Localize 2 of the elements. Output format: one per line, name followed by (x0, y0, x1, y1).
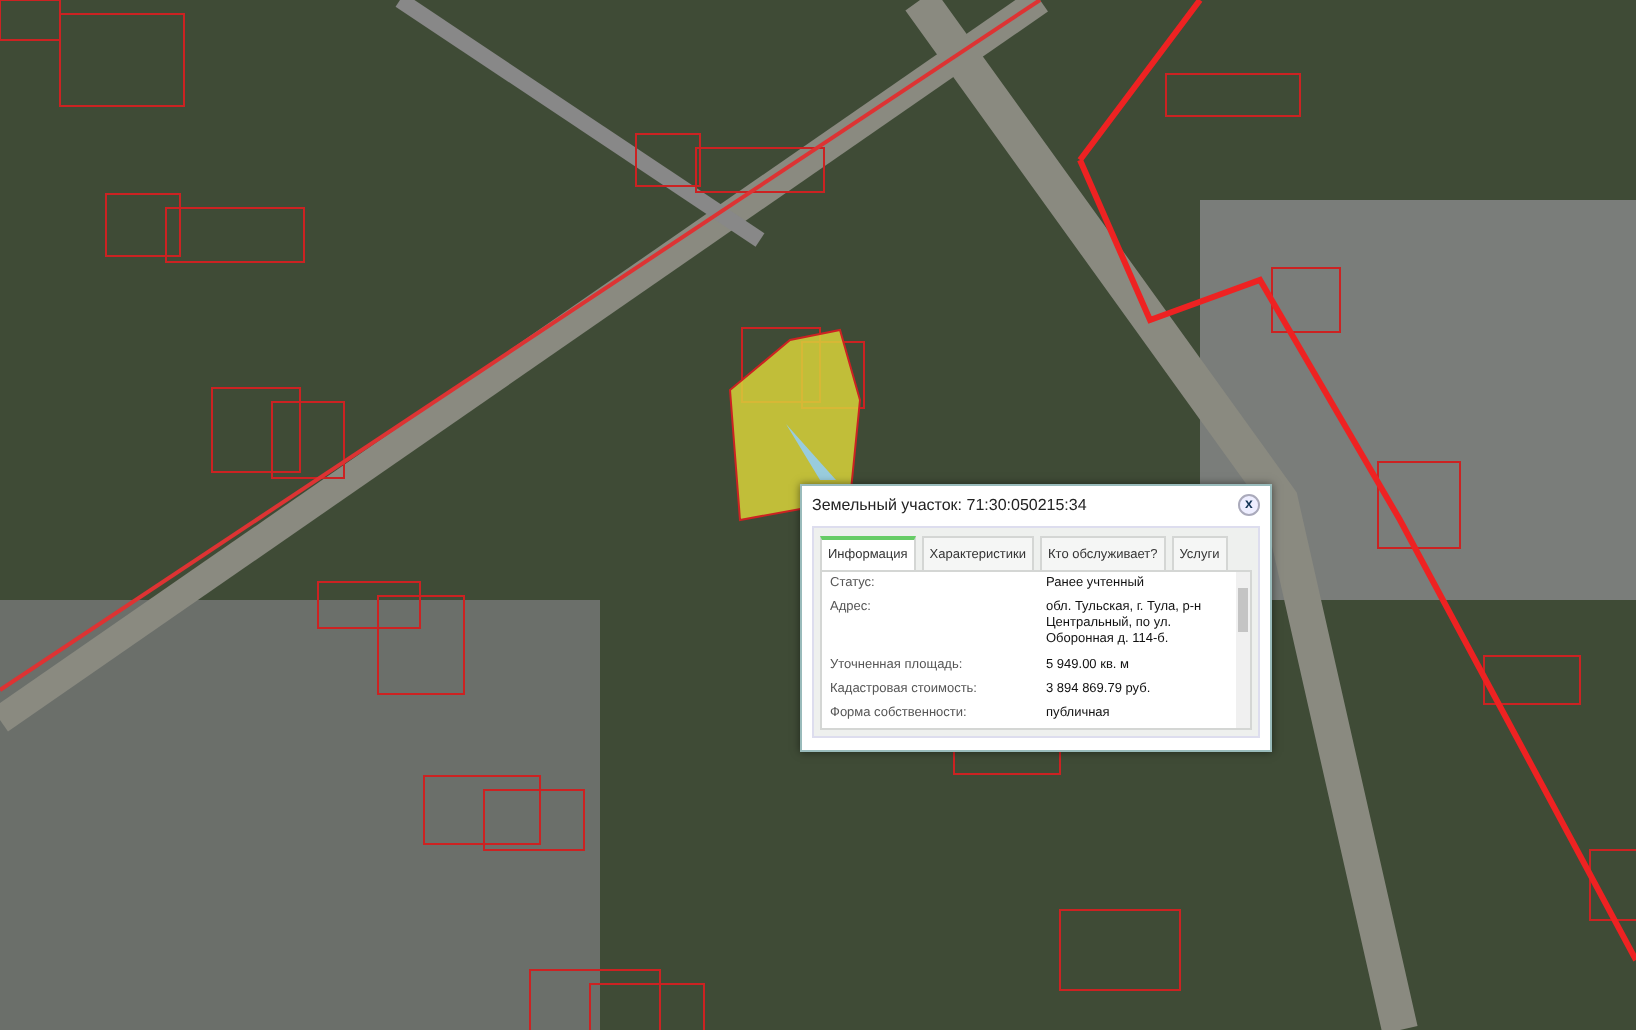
popup-title: Земельный участок: 71:30:050215:34 (812, 496, 1087, 514)
scrollbar[interactable] (1236, 572, 1250, 728)
